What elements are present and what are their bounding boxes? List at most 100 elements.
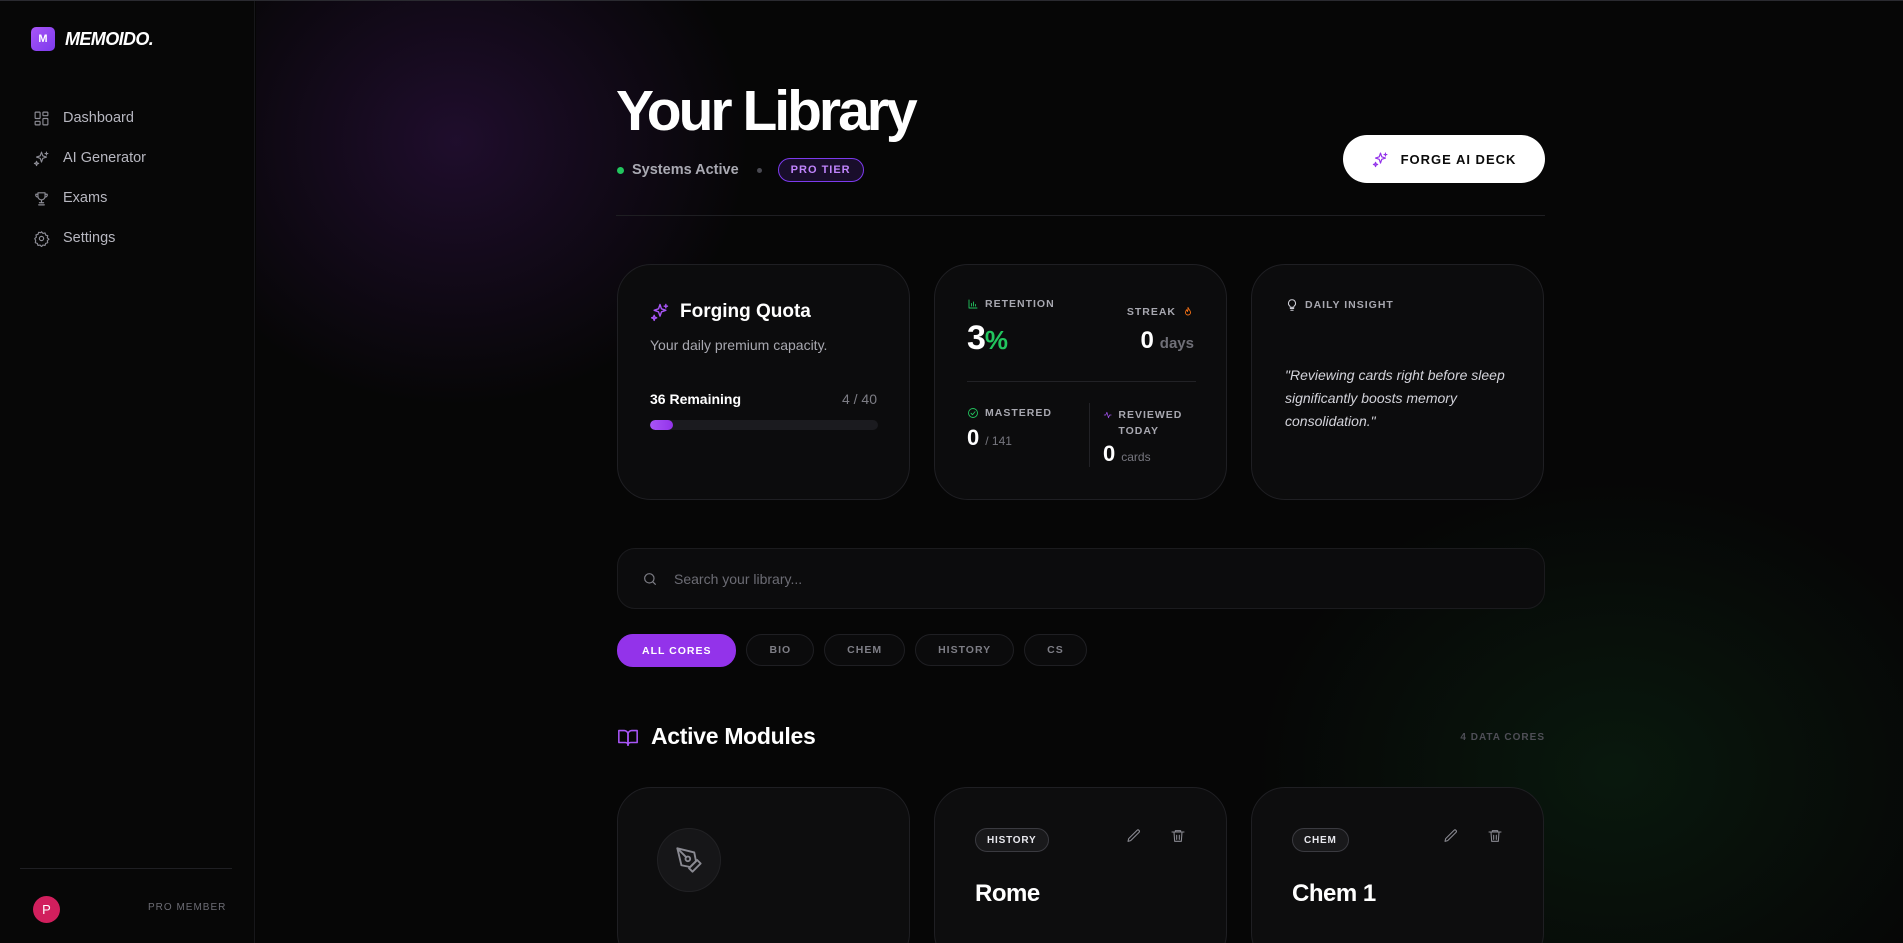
modules-title: Active Modules xyxy=(651,723,816,749)
modules-count: 4 DATA CORES xyxy=(1460,732,1545,743)
deck-tag: HISTORY xyxy=(975,828,1049,852)
filter-bio[interactable]: BIO xyxy=(746,634,815,666)
reviewed-unit: cards xyxy=(1121,450,1151,464)
active-modules-header: Active Modules xyxy=(617,723,816,750)
activity-icon xyxy=(1103,411,1112,419)
mastered-label: MASTERED xyxy=(967,407,1052,419)
retention-number: 3 xyxy=(967,319,986,357)
status-indicator-icon xyxy=(617,166,624,174)
avatar[interactable]: P xyxy=(33,896,60,923)
book-open-icon xyxy=(618,729,638,746)
gear-icon xyxy=(34,230,50,247)
quota-progress-fill xyxy=(650,420,673,430)
insight-label-text: DAILY INSIGHT xyxy=(1305,299,1394,311)
window-top-border xyxy=(0,0,1903,1)
membership-label: PRO MEMBER xyxy=(148,902,227,913)
grid-icon xyxy=(34,111,49,125)
sidebar-item-settings[interactable]: Settings xyxy=(33,218,233,258)
quota-title: Forging Quota xyxy=(680,301,811,322)
search-input[interactable] xyxy=(674,570,1494,587)
retention-value: 3% xyxy=(967,319,1008,358)
trash-icon xyxy=(1171,830,1185,842)
brand-mark-icon: M xyxy=(31,27,55,51)
sidebar-item-label: AI Generator xyxy=(63,150,147,166)
pencil-icon xyxy=(1444,829,1457,842)
deck-name: Rome xyxy=(975,880,1040,907)
flame-icon xyxy=(1185,307,1191,316)
reviewed-label-text: REVIEWED TODAY xyxy=(1118,409,1183,437)
sidebar-item-label: Exams xyxy=(63,190,108,206)
reviewed-number: 0 xyxy=(1103,441,1116,466)
trash-icon xyxy=(1488,830,1502,842)
brand-logo[interactable]: M MEMOIDO. xyxy=(31,27,154,51)
deck-tag: CHEM xyxy=(1292,828,1349,852)
mastered-total: / 141 xyxy=(985,434,1012,448)
lightbulb-icon xyxy=(1287,299,1297,311)
retention-label-text: RETENTION xyxy=(985,298,1055,310)
sidebar-item-ai-generator[interactable]: AI Generator xyxy=(33,138,233,178)
sparkles-icon xyxy=(33,151,49,166)
filter-chips: ALL CORES BIO CHEM HISTORY CS xyxy=(617,634,1087,667)
streak-number: 0 xyxy=(1140,327,1154,354)
separator-dot xyxy=(756,167,762,173)
reviewed-label: REVIEWED TODAY xyxy=(1103,407,1203,439)
pencil-icon xyxy=(1127,829,1140,842)
quota-count: 4 / 40 xyxy=(841,391,877,407)
stats-vertical-divider xyxy=(1089,403,1090,467)
status-row: Systems Active PRO TIER xyxy=(617,158,864,182)
quota-header: Forging Quota xyxy=(650,301,811,323)
sidebar-divider xyxy=(20,868,232,869)
daily-insight-card: DAILY INSIGHT "Reviewing cards right bef… xyxy=(1251,264,1544,500)
pen-tool-icon xyxy=(676,847,702,873)
search-icon xyxy=(644,572,656,585)
sidebar: M MEMOIDO. Dashboard AI Generator Exams … xyxy=(0,0,255,943)
sidebar-item-exams[interactable]: Exams xyxy=(33,178,233,218)
check-circle-icon xyxy=(968,408,978,418)
delete-deck-button[interactable] xyxy=(1168,826,1188,846)
stats-divider xyxy=(967,381,1196,382)
filter-chem[interactable]: CHEM xyxy=(824,634,906,666)
insight-quote: "Reviewing cards right before sleep sign… xyxy=(1285,367,1505,429)
bar-chart-icon xyxy=(968,299,978,309)
filter-history[interactable]: HISTORY xyxy=(915,634,1015,666)
deck-card[interactable]: HISTORY Rome xyxy=(934,787,1227,943)
mastered-label-text: MASTERED xyxy=(985,407,1052,419)
edit-deck-button[interactable] xyxy=(1441,826,1461,846)
sparkles-icon xyxy=(650,303,669,322)
filter-cs[interactable]: CS xyxy=(1024,634,1087,666)
filter-all-cores[interactable]: ALL CORES xyxy=(617,634,737,667)
sparkles-icon xyxy=(1372,152,1388,167)
streak-label-text: STREAK xyxy=(1126,306,1176,318)
deck-name: Chem 1 xyxy=(1292,880,1376,907)
page-title: Your Library xyxy=(616,79,918,143)
streak-value: 0 days xyxy=(1140,327,1194,355)
insight-label: DAILY INSIGHT xyxy=(1285,298,1394,312)
quota-subtitle: Your daily premium capacity. xyxy=(650,337,828,353)
forging-quota-card: Forging Quota Your daily premium capacit… xyxy=(617,264,910,500)
trophy-icon xyxy=(35,191,48,205)
streak-unit: days xyxy=(1159,335,1194,352)
sidebar-item-label: Dashboard xyxy=(63,110,134,126)
reviewed-value: 0 cards xyxy=(1103,441,1151,467)
mastered-number: 0 xyxy=(967,425,980,450)
edit-deck-button[interactable] xyxy=(1124,826,1144,846)
pen-tool-circle xyxy=(657,828,721,892)
quota-remaining: 36 Remaining xyxy=(650,391,742,407)
mastered-value: 0 / 141 xyxy=(967,425,1012,451)
status-text: Systems Active xyxy=(632,162,739,178)
sidebar-item-label: Settings xyxy=(63,230,116,246)
create-deck-card[interactable] xyxy=(617,787,910,943)
tier-badge: PRO TIER xyxy=(777,158,864,182)
stats-card: RETENTION 3% STREAK 0 days MASTERED 0 / … xyxy=(934,264,1227,500)
streak-label: STREAK xyxy=(1127,306,1194,318)
delete-deck-button[interactable] xyxy=(1485,826,1505,846)
retention-unit: % xyxy=(984,325,1008,355)
retention-label: RETENTION xyxy=(967,298,1055,310)
sidebar-item-dashboard[interactable]: Dashboard xyxy=(33,98,233,138)
forge-ai-deck-button[interactable]: FORGE AI DECK xyxy=(1343,135,1545,183)
deck-card[interactable]: CHEM Chem 1 xyxy=(1251,787,1544,943)
brand-name: MEMOIDO. xyxy=(65,28,154,49)
quota-progress-bar xyxy=(650,420,878,430)
sidebar-nav: Dashboard AI Generator Exams Settings xyxy=(33,98,233,258)
header-divider xyxy=(616,215,1545,216)
